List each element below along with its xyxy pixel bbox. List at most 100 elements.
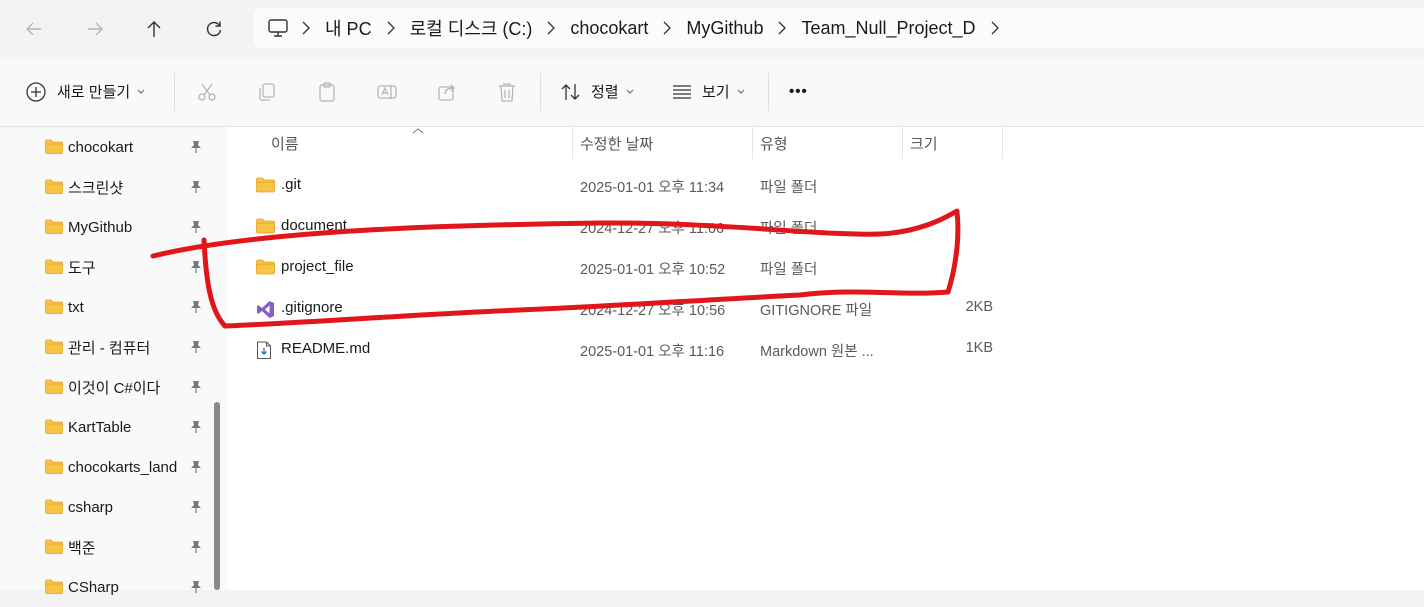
file-row[interactable]: document 2024-12-27 오후 11:06 파일 폴더: [228, 206, 1008, 246]
sidebar-item[interactable]: CSharp: [0, 567, 210, 607]
sidebar-item[interactable]: csharp: [0, 487, 210, 527]
chevron-right-icon[interactable]: [990, 8, 1000, 48]
new-button[interactable]: 새로 만들기: [25, 57, 146, 126]
sidebar-item[interactable]: KartTable: [0, 407, 210, 447]
column-header-size[interactable]: 크기: [902, 127, 1003, 159]
paste-button[interactable]: [316, 57, 338, 126]
forward-button[interactable]: [80, 14, 110, 44]
breadcrumb-item[interactable]: MyGithub: [672, 18, 777, 39]
arrow-up-icon: [147, 21, 161, 37]
sidebar-item-label: CSharp: [68, 578, 119, 596]
view-button[interactable]: 보기: [671, 57, 746, 126]
pin-icon: [190, 340, 202, 359]
breadcrumb-item[interactable]: 로컬 디스크 (C:): [396, 15, 547, 41]
address-bar: 내 PC 로컬 디스크 (C:) chocokart MyGithub Team…: [0, 0, 1424, 57]
pin-icon: [190, 460, 202, 479]
divider: [768, 73, 769, 111]
sidebar-item[interactable]: 백준: [0, 527, 210, 567]
cut-button[interactable]: [196, 57, 218, 126]
computer-icon[interactable]: [267, 18, 289, 38]
command-bar: 새로 만들기 정렬 보기 •••: [0, 57, 1424, 127]
more-options-button[interactable]: •••: [789, 57, 808, 126]
sidebar-item[interactable]: txt: [0, 287, 210, 327]
breadcrumb-item[interactable]: 내 PC: [311, 15, 386, 41]
arrow-left-icon: [26, 22, 41, 36]
scissors-icon: [198, 83, 216, 101]
file-date: 2024-12-27 오후 11:06: [580, 221, 725, 237]
sidebar-item-label: MyGithub: [68, 218, 133, 236]
sidebar-item-label: chocokarts_land: [68, 458, 178, 476]
view-list-icon: [673, 84, 691, 99]
pin-icon: [190, 380, 202, 399]
sidebar-item[interactable]: 이것이 C#이다: [0, 367, 210, 407]
sidebar-item-label: 이것이 C#이다: [68, 379, 161, 397]
rename-button[interactable]: [376, 57, 398, 126]
copy-button[interactable]: [256, 57, 278, 126]
folder-icon: [45, 539, 63, 559]
share-button[interactable]: [436, 57, 458, 126]
rename-icon: [377, 84, 397, 99]
clipboard-icon: [319, 81, 335, 102]
sidebar-item-label: KartTable: [68, 418, 132, 436]
chevron-right-icon[interactable]: [386, 8, 396, 48]
visual-studio-icon: [256, 300, 275, 324]
sidebar-item[interactable]: MyGithub: [0, 207, 210, 247]
breadcrumb-item[interactable]: chocokart: [556, 18, 662, 39]
divider: [540, 73, 541, 111]
delete-button[interactable]: [496, 57, 518, 126]
file-date: 2025-01-01 오후 11:34: [580, 180, 725, 196]
copy-icon: [259, 82, 275, 101]
pin-icon: [190, 140, 202, 159]
file-row[interactable]: .git 2025-01-01 오후 11:34 파일 폴더: [228, 165, 1008, 205]
breadcrumb-item[interactable]: Team_Null_Project_D: [787, 18, 989, 39]
sidebar-item[interactable]: chocokart: [0, 127, 210, 167]
file-row[interactable]: .gitignore 2024-12-27 오후 10:56 GITIGNORE 파…: [228, 288, 1008, 328]
breadcrumb[interactable]: 내 PC 로컬 디스크 (C:) chocokart MyGithub Team…: [253, 8, 1424, 48]
sidebar-item[interactable]: 스크린샷: [0, 167, 210, 207]
sidebar-item[interactable]: 도구: [0, 247, 210, 287]
chevron-right-icon[interactable]: [546, 8, 556, 48]
sidebar-item-label: 백준: [68, 539, 96, 557]
markdown-file-icon: [256, 341, 272, 365]
back-button[interactable]: [19, 14, 49, 44]
file-row[interactable]: README.md 2025-01-01 오후 11:16 Markdown 원본 …: [228, 329, 1008, 369]
file-list: 이름 수정한 날짜 유형 크기 .git 2025-01-01 오후 11:34 파…: [228, 127, 1424, 590]
scrollbar-thumb[interactable]: [214, 402, 220, 590]
file-size: 1KB: [965, 340, 993, 356]
folder-icon: [256, 177, 275, 198]
pin-icon: [190, 180, 202, 199]
sort-button[interactable]: 정렬: [560, 57, 635, 126]
trash-icon: [499, 82, 515, 102]
column-header-type[interactable]: 유형: [752, 127, 903, 159]
folder-icon: [45, 219, 63, 239]
folder-icon: [256, 259, 275, 280]
file-date: 2024-12-27 오후 10:56: [580, 303, 726, 319]
folder-icon: [45, 339, 63, 359]
up-button[interactable]: [139, 14, 169, 44]
pin-icon: [190, 260, 202, 279]
folder-icon: [45, 419, 63, 439]
folder-icon: [45, 259, 63, 279]
refresh-button[interactable]: [199, 14, 229, 44]
sidebar-item[interactable]: chocokarts_land: [0, 447, 210, 487]
chevron-right-icon[interactable]: [301, 8, 311, 48]
file-name: document: [281, 217, 347, 234]
folder-icon: [45, 179, 63, 199]
sidebar-item-label: 도구: [68, 259, 96, 277]
folder-icon: [45, 459, 63, 479]
share-icon: [438, 84, 455, 101]
sidebar-item-label: chocokart: [68, 138, 134, 156]
column-label: 이름: [271, 135, 299, 153]
refresh-icon: [206, 21, 222, 37]
file-name: project_file: [281, 258, 354, 275]
file-type: 파일 폴더: [760, 221, 818, 237]
pin-icon: [190, 300, 202, 319]
file-name: .gitignore: [281, 299, 343, 316]
chevron-right-icon[interactable]: [662, 8, 672, 48]
folder-icon: [256, 218, 275, 239]
file-row[interactable]: project_file 2025-01-01 오후 10:52 파일 폴더: [228, 247, 1008, 287]
chevron-right-icon[interactable]: [777, 8, 787, 48]
sidebar-item[interactable]: 관리 - 컴퓨터: [0, 327, 210, 367]
file-type: 파일 폴더: [760, 262, 818, 278]
column-header-modified[interactable]: 수정한 날짜: [572, 127, 753, 159]
